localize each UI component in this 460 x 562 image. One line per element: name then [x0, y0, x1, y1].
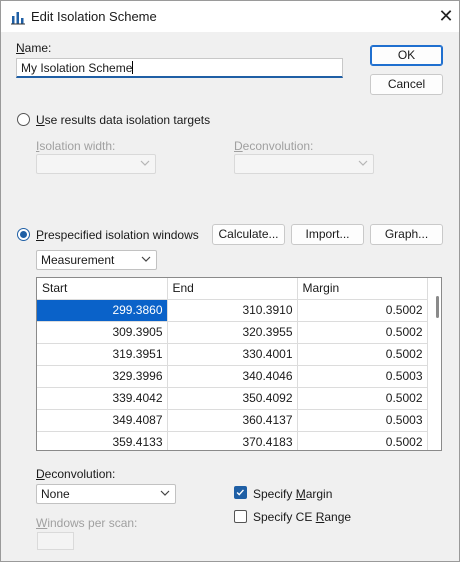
table-row: 309.3905 320.3955 0.5002	[37, 321, 428, 344]
deconvolution-label: Deconvolution:	[36, 467, 116, 481]
ok-button[interactable]: OK	[370, 45, 443, 66]
cell-end[interactable]: 330.4001	[167, 343, 298, 366]
grid-header-row: Start End Margin	[37, 278, 428, 300]
cell-end[interactable]: 350.4092	[167, 387, 298, 410]
checkmark-icon	[236, 489, 244, 496]
isolation-windows-grid[interactable]: Start End Margin 299.3860 310.3910 0.500…	[36, 277, 442, 451]
cancel-button[interactable]: Cancel	[370, 74, 443, 95]
graph-button[interactable]: Graph...	[370, 224, 443, 245]
deconvolution-combo[interactable]: None	[36, 484, 176, 504]
specify-ce-range-label: Specify CE Range	[253, 510, 352, 524]
cell-end[interactable]: 370.4183	[167, 431, 298, 450]
grid-scrollbar[interactable]	[436, 296, 439, 318]
results-targets-radio[interactable]	[17, 113, 30, 126]
column-header-margin[interactable]: Margin	[297, 278, 428, 300]
cell-start[interactable]: 309.3905	[37, 321, 168, 344]
results-targets-label: Use results data isolation targets	[36, 113, 211, 127]
cell-margin[interactable]: 0.5002	[297, 431, 428, 450]
specify-margin-checkbox[interactable]	[234, 486, 247, 499]
isolation-width-combo[interactable]	[36, 154, 156, 174]
name-label: Name:	[16, 41, 52, 55]
cell-end[interactable]: 340.4046	[167, 365, 298, 388]
deconvolution-disabled-label: Deconvolution:	[234, 139, 314, 153]
cell-end[interactable]: 360.4137	[167, 409, 298, 432]
cell-margin[interactable]: 0.5002	[297, 321, 428, 344]
cell-margin[interactable]: 0.5002	[297, 387, 428, 410]
table-row: 319.3951 330.4001 0.5002	[37, 343, 428, 366]
import-button[interactable]: Import...	[291, 224, 364, 245]
cell-margin[interactable]: 0.5003	[297, 365, 428, 388]
table-row: 299.3860 310.3910 0.5002	[37, 299, 428, 322]
cell-start[interactable]: 299.3860	[37, 299, 168, 322]
deconvolution-value: None	[41, 487, 70, 501]
cell-start[interactable]: 329.3996	[37, 365, 168, 388]
window-title: Edit Isolation Scheme	[31, 9, 157, 24]
column-header-end[interactable]: End	[167, 278, 298, 300]
title-bar: Edit Isolation Scheme ✕	[1, 1, 459, 32]
app-chart-icon	[11, 12, 25, 25]
text-caret	[132, 61, 134, 74]
edit-isolation-scheme-dialog: Edit Isolation Scheme ✕ Name: My Isolati…	[0, 0, 460, 562]
windows-per-scan-field[interactable]	[37, 532, 74, 550]
deconvolution-disabled-combo[interactable]	[234, 154, 374, 174]
close-icon[interactable]: ✕	[435, 5, 457, 27]
chevron-down-icon	[140, 160, 150, 166]
specify-margin-label: Specify Margin	[253, 487, 333, 501]
cell-start[interactable]: 349.4087	[37, 409, 168, 432]
cell-margin[interactable]: 0.5002	[297, 343, 428, 366]
windows-table: Start End Margin 299.3860 310.3910 0.500…	[37, 278, 428, 450]
cell-margin[interactable]: 0.5002	[297, 299, 428, 322]
table-row: 349.4087 360.4137 0.5003	[37, 409, 428, 432]
window-type-value: Measurement	[41, 253, 115, 267]
isolation-width-label: Isolation width:	[36, 139, 116, 153]
table-row: 339.4042 350.4092 0.5002	[37, 387, 428, 410]
column-header-start[interactable]: Start	[37, 278, 168, 300]
cell-start[interactable]: 339.4042	[37, 387, 168, 410]
prespecified-windows-label: Prespecified isolation windows	[36, 228, 199, 242]
chevron-down-icon	[160, 490, 170, 496]
table-row: 329.3996 340.4046 0.5003	[37, 365, 428, 388]
chevron-down-icon	[358, 160, 368, 166]
name-field[interactable]: My Isolation Scheme	[16, 58, 343, 78]
cell-start[interactable]: 359.4133	[37, 431, 168, 450]
cell-end[interactable]: 310.3910	[167, 299, 298, 322]
chevron-down-icon	[141, 256, 151, 262]
window-type-combo[interactable]: Measurement	[36, 250, 157, 270]
cell-start[interactable]: 319.3951	[37, 343, 168, 366]
cell-end[interactable]: 320.3955	[167, 321, 298, 344]
table-row: 359.4133 370.4183 0.5002	[37, 431, 428, 450]
name-value: My Isolation Scheme	[21, 61, 133, 75]
specify-ce-range-checkbox[interactable]	[234, 510, 247, 523]
calculate-button[interactable]: Calculate...	[212, 224, 285, 245]
prespecified-windows-radio[interactable]	[17, 228, 30, 241]
windows-per-scan-label: Windows per scan:	[36, 516, 138, 530]
cell-margin[interactable]: 0.5003	[297, 409, 428, 432]
